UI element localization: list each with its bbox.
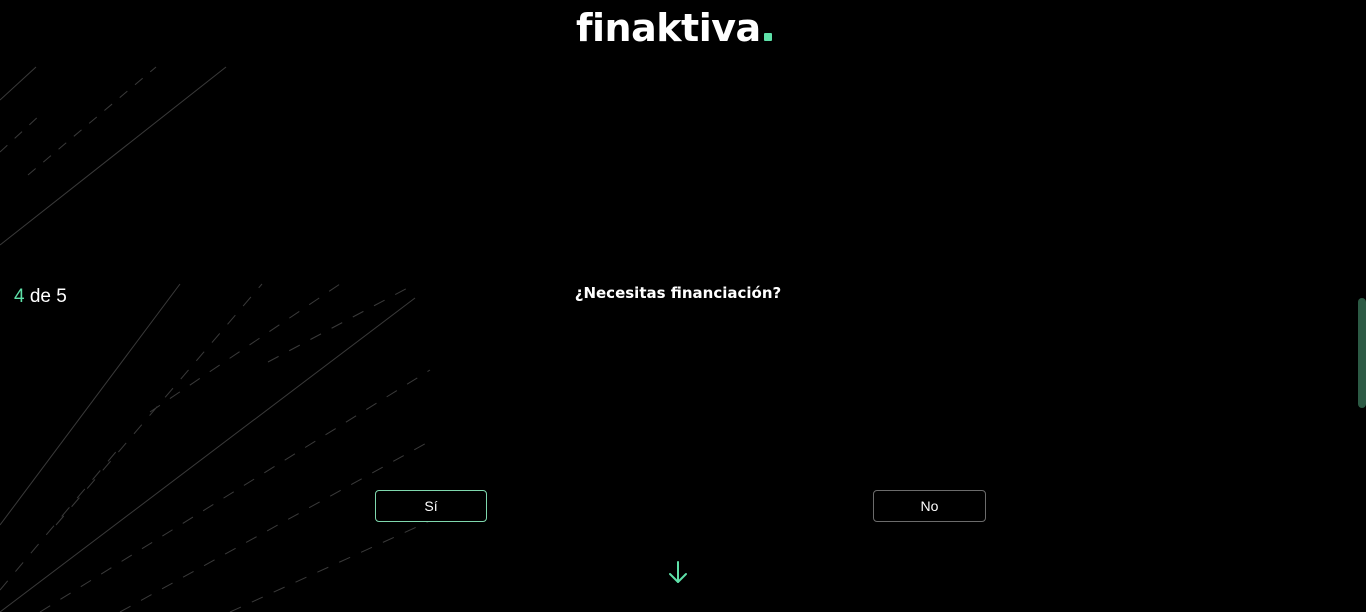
answer-no-label: No <box>920 498 939 514</box>
answer-yes-button[interactable]: Sí <box>375 490 487 522</box>
logo-text: finaktiva <box>576 6 761 50</box>
question-title: ¿Necesitas financiación? <box>574 284 782 302</box>
logo-dot-icon <box>763 33 772 41</box>
answer-no-button[interactable]: No <box>873 490 986 522</box>
background-lines-decoration <box>0 66 433 612</box>
scrollbar-thumb[interactable] <box>1358 298 1366 408</box>
arrow-down-icon[interactable] <box>666 560 690 586</box>
page: finaktiva 4 de 5 ¿Necesitas financiación… <box>0 0 1366 612</box>
brand-logo[interactable]: finaktiva <box>576 6 786 54</box>
answer-yes-label: Sí <box>424 498 438 514</box>
